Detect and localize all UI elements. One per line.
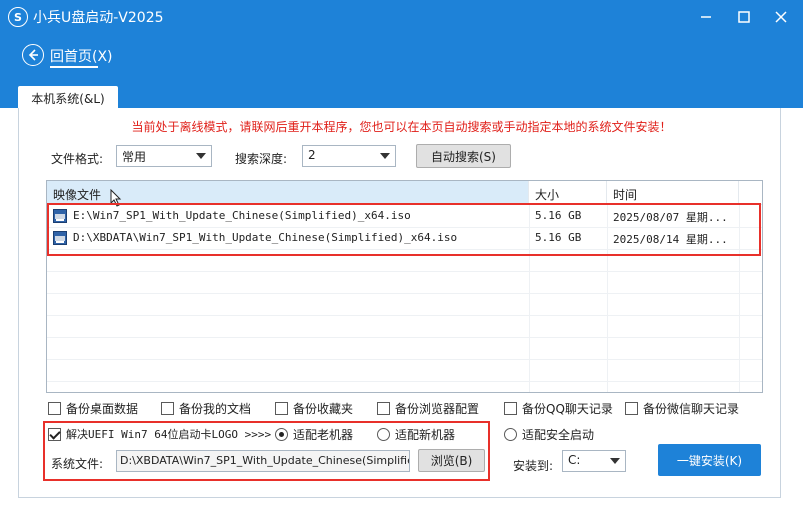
- back-arrow-icon[interactable]: [22, 44, 44, 66]
- backup-browser-checkbox[interactable]: 备份浏览器配置: [377, 400, 479, 417]
- minimize-icon: [701, 16, 711, 18]
- backup-browser-label: 备份浏览器配置: [395, 402, 480, 416]
- new-machine-label: 适配新机器: [395, 428, 456, 442]
- maximize-button[interactable]: [733, 6, 755, 28]
- file-format-value: 常用: [122, 150, 147, 164]
- minimize-button[interactable]: [695, 6, 717, 28]
- checkbox-box[interactable]: [161, 402, 174, 415]
- row-divider: [47, 359, 762, 360]
- radio-circle[interactable]: [377, 428, 390, 441]
- checkbox-box[interactable]: [625, 402, 638, 415]
- backup-qq-checkbox[interactable]: 备份QQ聊天记录: [504, 400, 613, 417]
- radio-circle[interactable]: [504, 428, 517, 441]
- app-logo-text: S: [14, 10, 22, 24]
- new-machine-radio[interactable]: 适配新机器: [377, 426, 455, 443]
- old-machine-label: 适配老机器: [293, 428, 354, 442]
- radio-circle[interactable]: [275, 428, 288, 441]
- system-file-input[interactable]: D:\XBDATA\Win7_SP1_With_Update_Chinese(S…: [116, 450, 410, 472]
- search-depth-label: 搜索深度:: [235, 152, 288, 166]
- row-file-path: E:\Win7_SP1_With_Update_Chinese(Simplifi…: [73, 209, 411, 222]
- close-icon: [775, 11, 787, 23]
- backup-wechat-checkbox[interactable]: 备份微信聊天记录: [625, 400, 739, 417]
- iso-file-icon: [53, 209, 67, 223]
- table-row[interactable]: D:\XBDATA\Win7_SP1_With_Update_Chinese(S…: [47, 227, 762, 249]
- chevron-down-icon: [610, 458, 620, 464]
- checkbox-box[interactable]: [504, 402, 517, 415]
- checkbox-box[interactable]: [48, 427, 61, 441]
- row-file-path: D:\XBDATA\Win7_SP1_With_Update_Chinese(S…: [73, 231, 458, 244]
- search-depth-value: 2: [308, 148, 316, 162]
- row-divider: [47, 381, 762, 382]
- row-file-time: 2025/08/14 星期...: [613, 233, 728, 246]
- file-format-label: 文件格式:: [51, 152, 104, 166]
- search-depth-select[interactable]: 2: [302, 145, 396, 167]
- checkbox-box[interactable]: [275, 402, 288, 415]
- uefi-fix-checkbox[interactable]: 解决UEFI Win7 64位启动卡LOGO >>>>: [48, 426, 271, 442]
- checkbox-box[interactable]: [48, 402, 61, 415]
- install-to-label: 安装到:: [513, 459, 554, 473]
- backup-documents-label: 备份我的文档: [179, 402, 252, 416]
- tab-local-system[interactable]: 本机系统(&L): [18, 86, 118, 110]
- install-drive-select[interactable]: C:: [562, 450, 626, 472]
- iso-file-icon: [53, 231, 67, 245]
- window-title: 小兵U盘启动-V2025: [33, 10, 164, 26]
- image-file-table: 映像文件 大小 时间 E:\Win7_SP1_With_Update_Chine…: [46, 180, 763, 393]
- table-header: 映像文件 大小 时间: [47, 181, 762, 205]
- backup-documents-checkbox[interactable]: 备份我的文档: [161, 400, 251, 417]
- chevron-down-icon: [380, 153, 390, 159]
- title-bar: S 小兵U盘启动-V2025: [0, 0, 803, 34]
- back-home-link[interactable]: 回首页(X): [50, 46, 113, 66]
- secure-boot-label: 适配安全启动: [522, 428, 595, 442]
- tab-strip: 本机系统(&L): [0, 78, 803, 110]
- row-file-time: 2025/08/07 星期...: [613, 211, 728, 224]
- file-format-select[interactable]: 常用: [116, 145, 212, 167]
- row-file-size: 5.16 GB: [535, 209, 582, 222]
- system-file-label: 系统文件:: [51, 457, 104, 471]
- backup-desktop-checkbox[interactable]: 备份桌面数据: [48, 400, 138, 417]
- close-button[interactable]: [770, 6, 792, 28]
- column-header-time[interactable]: 时间: [607, 181, 739, 205]
- checkbox-box[interactable]: [377, 402, 390, 415]
- nav-bar: 回首页(X): [0, 34, 803, 78]
- secure-boot-radio[interactable]: 适配安全启动: [504, 426, 594, 443]
- browse-button[interactable]: 浏览(B): [418, 449, 485, 472]
- row-divider: [47, 249, 762, 250]
- uefi-fix-label: 解决UEFI Win7 64位启动卡LOGO >>>>: [66, 428, 272, 441]
- auto-search-button[interactable]: 自动搜索(S): [416, 144, 511, 168]
- backup-favorites-label: 备份收藏夹: [293, 402, 354, 416]
- old-machine-radio[interactable]: 适配老机器: [275, 426, 353, 443]
- row-divider: [47, 293, 762, 294]
- row-divider: [47, 315, 762, 316]
- maximize-icon: [738, 11, 750, 23]
- mouse-pointer-icon: [110, 189, 122, 207]
- column-header-size[interactable]: 大小: [529, 181, 607, 205]
- table-row[interactable]: E:\Win7_SP1_With_Update_Chinese(Simplifi…: [47, 205, 762, 227]
- row-file-size: 5.16 GB: [535, 231, 582, 244]
- backup-favorites-checkbox[interactable]: 备份收藏夹: [275, 400, 353, 417]
- back-link-underline: [50, 66, 98, 68]
- chevron-down-icon: [196, 153, 206, 159]
- backup-wechat-label: 备份微信聊天记录: [643, 402, 740, 416]
- offline-warning: 当前处于离线模式，请联网后重开本程序，您也可以在本页自动搜索或手动指定本地的系统…: [131, 120, 672, 134]
- install-drive-value: C:: [568, 453, 581, 467]
- backup-desktop-label: 备份桌面数据: [66, 402, 139, 416]
- row-divider: [47, 271, 762, 272]
- row-divider: [47, 337, 762, 338]
- app-logo-icon: S: [8, 7, 28, 27]
- one-click-install-button[interactable]: 一键安装(K): [658, 444, 761, 476]
- backup-qq-label: 备份QQ聊天记录: [522, 402, 613, 416]
